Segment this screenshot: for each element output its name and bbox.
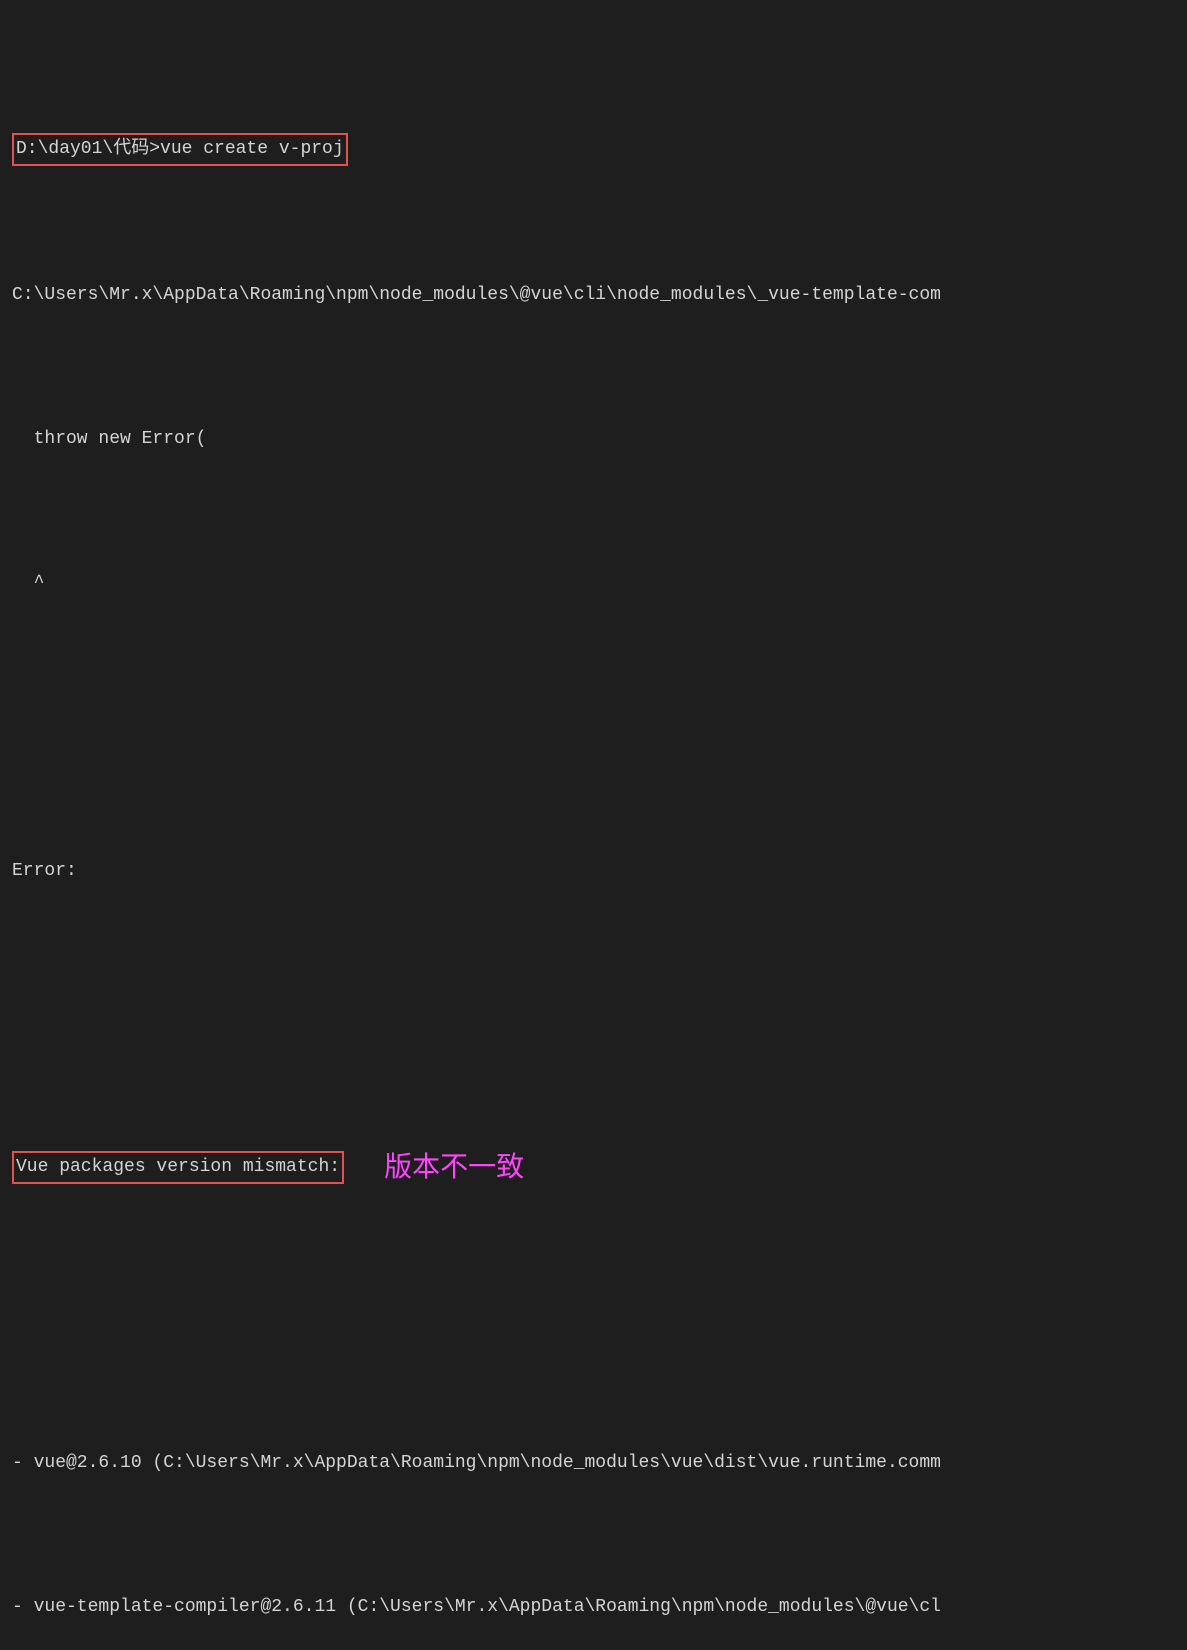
throw-line: throw new Error( <box>12 425 1175 454</box>
blank-line-1 <box>12 713 1175 742</box>
mismatch-line: Vue packages version mismatch: 版本不一致 <box>12 1145 1175 1190</box>
vue-version-line: - vue@2.6.10 (C:\Users\Mr.x\AppData\Roam… <box>12 1449 1175 1478</box>
blank-line-3 <box>12 1305 1175 1334</box>
mismatch-code: Vue packages version mismatch: <box>12 1151 344 1184</box>
command-highlight: D:\day01\代码>vue create v-proj <box>12 133 348 166</box>
terminal-window: D:\day01\代码>vue create v-proj C:\Users\M… <box>0 10 1187 1650</box>
compiler-version-line: - vue-template-compiler@2.6.11 (C:\Users… <box>12 1593 1175 1622</box>
error-label-line: Error: <box>12 857 1175 886</box>
path-line: C:\Users\Mr.x\AppData\Roaming\npm\node_m… <box>12 281 1175 310</box>
command-line: D:\day01\代码>vue create v-proj <box>12 133 1175 166</box>
caret-line: ^ <box>12 569 1175 598</box>
blank-line-2 <box>12 1001 1175 1030</box>
chinese-label: 版本不一致 <box>384 1145 524 1190</box>
